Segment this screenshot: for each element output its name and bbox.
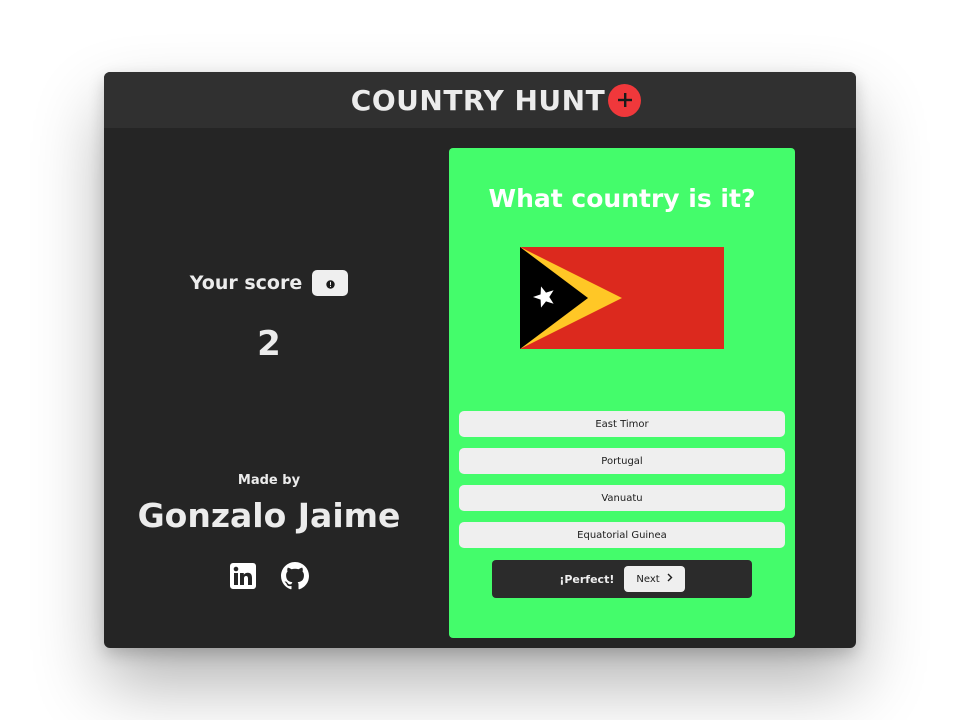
quiz-card: What country is it? East Timor Portugal … (449, 148, 795, 638)
linkedin-icon[interactable] (229, 562, 257, 590)
result-bar: ¡Perfect! Next (492, 560, 752, 598)
github-icon[interactable] (281, 562, 309, 590)
answer-option[interactable]: East Timor (459, 411, 785, 437)
next-button-label: Next (636, 573, 660, 585)
chevron-right-icon (667, 573, 673, 585)
answer-option[interactable]: Vanuatu (459, 485, 785, 511)
score-label: Your score (189, 272, 303, 294)
app-title: COUNTRY HUNT (350, 83, 606, 117)
question-title: What country is it? (488, 184, 756, 213)
next-button[interactable]: Next (624, 566, 685, 592)
score-panel: Your score 2 Made by Gonzalo Jaime (104, 128, 434, 648)
timor-leste-flag (520, 247, 724, 349)
score-row: Your score (104, 270, 434, 296)
answer-options: East Timor Portugal Vanuatu Equatorial G… (459, 411, 785, 559)
info-button[interactable] (312, 270, 349, 296)
app-window: COUNTRY HUNT Your score 2 Made by Gonzal… (104, 72, 856, 648)
result-message: ¡Perfect! (559, 572, 615, 586)
app-header: COUNTRY HUNT (104, 72, 856, 128)
info-icon (326, 274, 335, 293)
answer-option[interactable]: Portugal (459, 448, 785, 474)
author-name: Gonzalo Jaime (137, 496, 401, 535)
made-by-label: Made by (237, 473, 301, 488)
social-links (104, 562, 434, 590)
answer-option[interactable]: Equatorial Guinea (459, 522, 785, 548)
score-value: 2 (257, 324, 281, 364)
plus-icon (608, 83, 642, 117)
